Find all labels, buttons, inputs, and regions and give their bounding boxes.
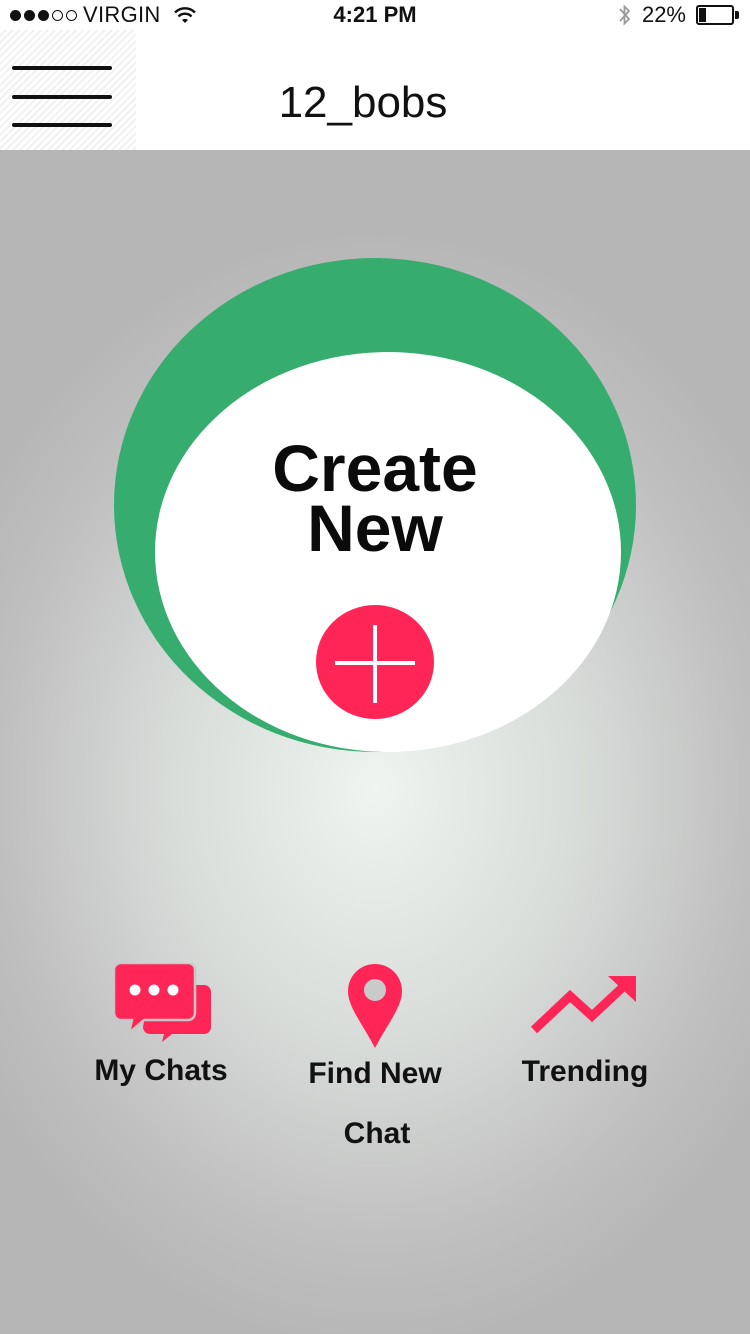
create-new-label: Create New bbox=[175, 431, 575, 565]
plus-icon bbox=[373, 625, 377, 703]
my-chats-label: My Chats bbox=[94, 1054, 228, 1087]
trending-button[interactable]: Trending bbox=[510, 972, 660, 1102]
battery-percentage: 22% bbox=[641, 2, 686, 27]
nav-bar: 12_bobs bbox=[0, 30, 750, 150]
status-right: 22% bbox=[618, 2, 740, 28]
battery-icon bbox=[696, 5, 740, 25]
find-new-chat-button[interactable]: Find New Chat bbox=[300, 962, 450, 1172]
plus-button[interactable] bbox=[316, 605, 434, 719]
hamburger-menu-icon bbox=[12, 66, 112, 70]
location-pin-icon bbox=[348, 964, 402, 1048]
trending-up-icon bbox=[530, 976, 636, 1034]
chat-bubbles-icon bbox=[114, 963, 211, 1042]
home-screen: VIRGIN 4:21 PM 22% 12_bobs Create New My… bbox=[0, 0, 750, 1334]
create-new-label-line2: New bbox=[307, 491, 443, 565]
find-new-chat-label-line1: Find New bbox=[308, 1057, 442, 1090]
find-new-chat-label-line2: Chat bbox=[343, 1117, 411, 1150]
my-chats-button[interactable]: My Chats bbox=[86, 960, 236, 1100]
create-new-label-line1: Create bbox=[272, 431, 478, 505]
page-title: 12_bobs bbox=[278, 78, 448, 127]
trending-label: Trending bbox=[521, 1055, 649, 1088]
status-bar: VIRGIN 4:21 PM 22% bbox=[0, 0, 750, 30]
bluetooth-icon bbox=[619, 4, 631, 26]
